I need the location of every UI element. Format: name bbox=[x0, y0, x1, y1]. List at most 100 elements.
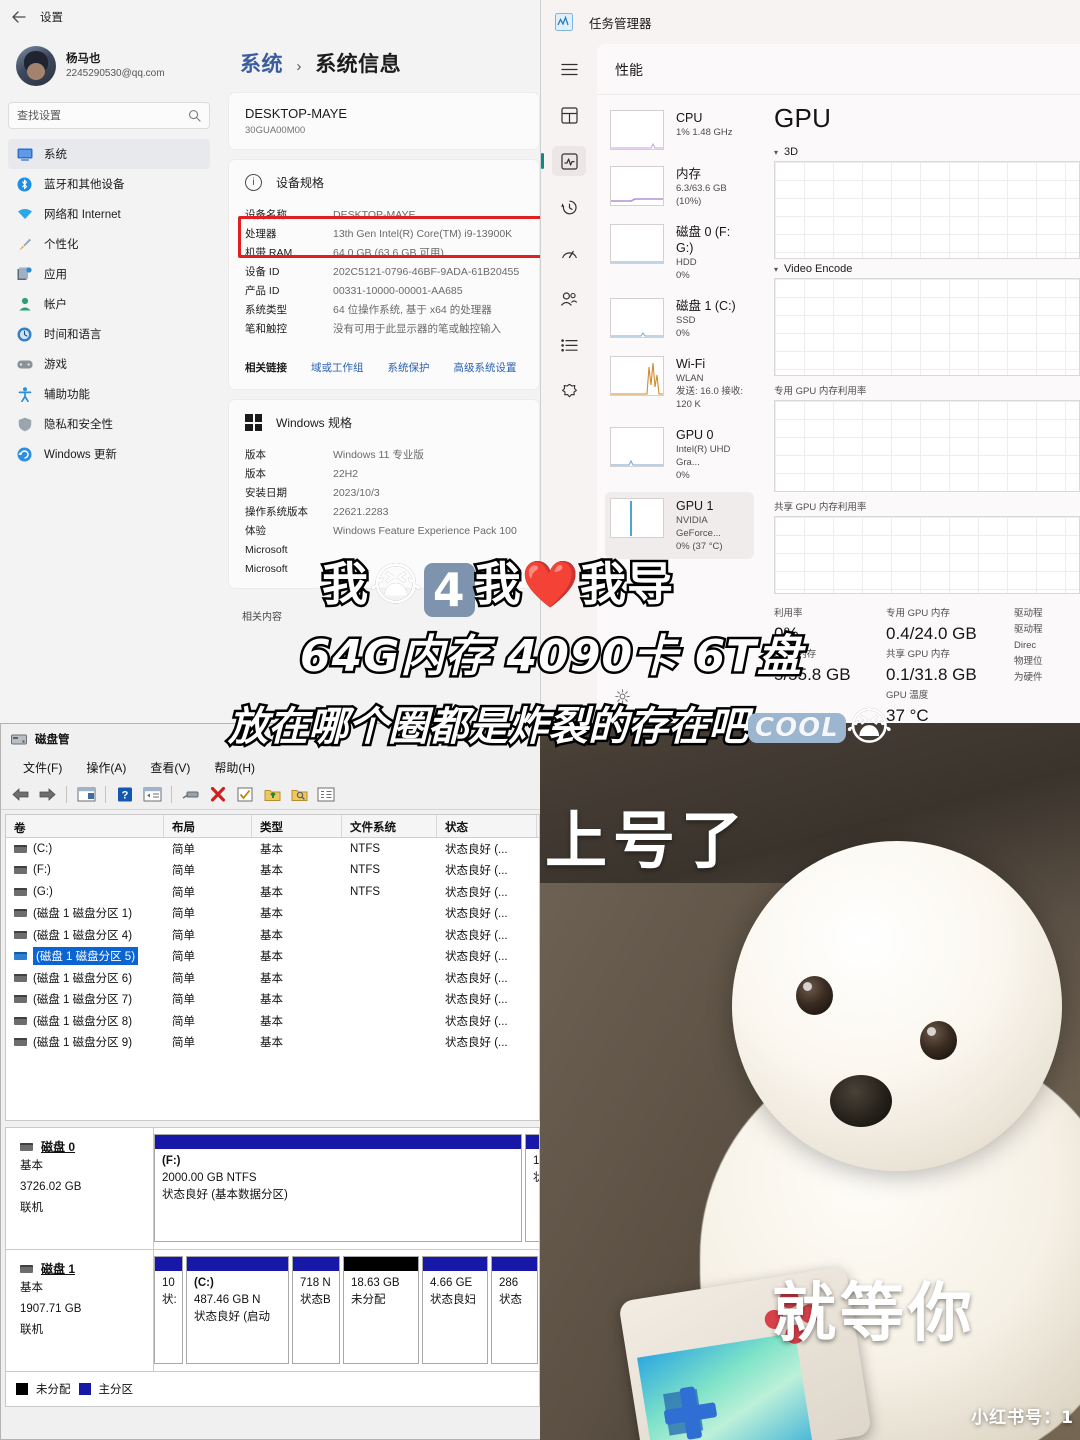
column-header-layout[interactable]: 布局 bbox=[164, 815, 252, 837]
link-advanced-system-settings[interactable]: 高级系统设置 bbox=[454, 360, 517, 375]
table-row[interactable]: (磁盘 1 磁盘分区 5) 简单 基本 状态良好 (... bbox=[6, 946, 539, 968]
menu-help[interactable]: 帮助(H) bbox=[202, 759, 267, 776]
resource-sub: HDD bbox=[676, 257, 697, 268]
back-arrow-icon[interactable] bbox=[8, 6, 30, 28]
check-icon[interactable] bbox=[234, 785, 256, 805]
table-row[interactable]: (磁盘 1 磁盘分区 9) 简单 基本 状态良好 (... bbox=[6, 1032, 539, 1054]
sidebar-item-privacy-security[interactable]: 隐私和安全性 bbox=[8, 409, 210, 439]
spec-key: 操作系统版本 bbox=[245, 506, 308, 518]
disk-legend: 未分配 主分区 bbox=[6, 1372, 539, 1400]
hamburger-icon[interactable] bbox=[552, 54, 586, 84]
processes-icon[interactable] bbox=[552, 100, 586, 130]
sidebar-item-time-language[interactable]: 时间和语言 bbox=[8, 319, 210, 349]
partition-block[interactable]: (C:) 487.46 GB N 状态良好 (启动 bbox=[186, 1256, 289, 1364]
disk-info-0[interactable]: 磁盘 0 基本 3726.02 GB 联机 bbox=[6, 1128, 154, 1249]
services-icon[interactable] bbox=[552, 376, 586, 406]
link-system-protection[interactable]: 系统保护 bbox=[388, 360, 430, 375]
partition-block[interactable]: 718 N 状态B bbox=[292, 1256, 340, 1364]
sidebar-item-apps[interactable]: 应用 bbox=[8, 259, 210, 289]
sidebar-item-personalization[interactable]: 个性化 bbox=[8, 229, 210, 259]
menu-action[interactable]: 操作(A) bbox=[74, 759, 138, 776]
windows-spec-header[interactable]: Windows 规格 bbox=[229, 400, 539, 445]
table-row[interactable]: (磁盘 1 磁盘分区 8) 简单 基本 状态良好 (... bbox=[6, 1010, 539, 1032]
resource-sub2: 0% bbox=[676, 328, 690, 339]
screenshot-canvas: 设置 杨马也 2245290530@qq.com 查找设置 系统 蓝牙和其他设备… bbox=[0, 0, 1080, 1440]
resource-card-memory[interactable]: 内存 6.3/63.6 GB (10%) bbox=[605, 160, 754, 214]
partition-meta: 487.46 GB N bbox=[194, 1294, 261, 1306]
breadcrumb-crumb-1[interactable]: 系统 bbox=[240, 53, 283, 76]
table-row[interactable]: (G:) 简单 基本 NTFS 状态良好 (... bbox=[6, 881, 539, 903]
help-icon[interactable]: ? bbox=[114, 785, 136, 805]
resource-card-cpu[interactable]: CPU 1% 1.48 GHz bbox=[605, 104, 754, 156]
action-icon[interactable] bbox=[315, 785, 337, 805]
caption-text: 我导 bbox=[578, 555, 676, 614]
resource-card-wifi[interactable]: Wi-Fi WLAN 发送: 16.0 接收: 120 K bbox=[605, 350, 754, 417]
menu-view[interactable]: 查看(V) bbox=[138, 759, 202, 776]
volume-status: 状态良好 (... bbox=[445, 951, 508, 964]
partition-cap bbox=[526, 1135, 539, 1149]
sidebar-item-bluetooth[interactable]: 蓝牙和其他设备 bbox=[8, 169, 210, 199]
sidebar-item-windows-update[interactable]: Windows 更新 bbox=[8, 439, 210, 469]
table-row[interactable]: (C:) 简单 基本 NTFS 状态良好 (... bbox=[6, 838, 539, 860]
delete-icon[interactable] bbox=[207, 785, 229, 805]
app-history-icon[interactable] bbox=[552, 192, 586, 222]
partition-block[interactable]: (F:) 2000.00 GB NTFS 状态良好 (基本数据分区) bbox=[154, 1134, 522, 1242]
table-row[interactable]: (磁盘 1 磁盘分区 6) 简单 基本 状态良好 (... bbox=[6, 967, 539, 989]
startup-icon[interactable] bbox=[552, 238, 586, 268]
graph-label-3d[interactable]: ▾ 3D bbox=[774, 146, 1080, 158]
search-input[interactable] bbox=[17, 109, 188, 122]
stat-key: 利用率 bbox=[774, 608, 803, 619]
column-header-volume[interactable]: 卷 bbox=[6, 815, 164, 837]
resource-card-disk1[interactable]: 磁盘 1 (C:) SSD 0% bbox=[605, 292, 754, 346]
forward-icon[interactable] bbox=[36, 785, 58, 805]
disk-strip-0: 磁盘 0 基本 3726.02 GB 联机 (F:) 2000.00 GB NT… bbox=[6, 1128, 539, 1250]
column-header-filesystem[interactable]: 文件系统 bbox=[342, 815, 437, 837]
account-row[interactable]: 杨马也 2245290530@qq.com bbox=[8, 34, 218, 100]
graph-label-text: 3D bbox=[784, 146, 799, 158]
sidebar-item-accessibility[interactable]: 辅助功能 bbox=[8, 379, 210, 409]
link-domain-workgroup[interactable]: 域或工作组 bbox=[311, 360, 364, 375]
sidebar-item-system[interactable]: 系统 bbox=[8, 139, 210, 169]
partition-block[interactable]: 10 状: bbox=[154, 1256, 183, 1364]
menu-file[interactable]: 文件(F) bbox=[11, 759, 74, 776]
graph-label-video-encode[interactable]: ▾ Video Encode bbox=[774, 263, 1080, 275]
table-row[interactable]: (磁盘 1 磁盘分区 4) 简单 基本 状态良好 (... bbox=[6, 924, 539, 946]
disk-type: 基本 bbox=[20, 1282, 43, 1294]
table-row[interactable]: (F:) 简单 基本 NTFS 状态良好 (... bbox=[6, 860, 539, 882]
partition-block[interactable]: 17 状 bbox=[525, 1134, 539, 1242]
show-hide-tree-icon[interactable] bbox=[75, 785, 97, 805]
sidebar-item-gaming[interactable]: 游戏 bbox=[8, 349, 210, 379]
search-box[interactable] bbox=[8, 102, 210, 129]
column-header-type[interactable]: 类型 bbox=[252, 815, 342, 837]
extend-icon[interactable] bbox=[261, 785, 283, 805]
volume-layout: 简单 bbox=[172, 972, 195, 985]
partition-block[interactable]: 4.66 GE 状态良妇 bbox=[422, 1256, 488, 1364]
driver-line: Direc bbox=[1014, 640, 1037, 651]
rescan-icon[interactable] bbox=[180, 785, 202, 805]
sidebar-item-accounts[interactable]: 帐户 bbox=[8, 289, 210, 319]
back-icon[interactable] bbox=[9, 785, 31, 805]
resource-card-gpu0[interactable]: GPU 0 Intel(R) UHD Gra... 0% bbox=[605, 421, 754, 488]
column-header-status[interactable]: 状态 bbox=[437, 815, 537, 837]
performance-icon[interactable] bbox=[541, 146, 586, 176]
disk-info-1[interactable]: 磁盘 1 基本 1907.71 GB 联机 bbox=[6, 1250, 154, 1371]
disk-management-title: 磁盘管 bbox=[35, 734, 70, 746]
stat-value: 37 °C bbox=[886, 706, 929, 723]
account-icon bbox=[16, 296, 33, 313]
update-icon bbox=[16, 446, 33, 463]
device-spec-header[interactable]: i 设备规格 bbox=[229, 160, 539, 205]
table-row[interactable]: (磁盘 1 磁盘分区 1) 简单 基本 状态良好 (... bbox=[6, 903, 539, 925]
details-icon[interactable] bbox=[552, 330, 586, 360]
spec-value: 64.0 GB (63.6 GB 可用) bbox=[333, 247, 444, 259]
volume-type: 基本 bbox=[260, 843, 283, 856]
explore-icon[interactable] bbox=[288, 785, 310, 805]
users-icon[interactable] bbox=[552, 284, 586, 314]
resource-card-disk0[interactable]: 磁盘 0 (F: G:) HDD 0% bbox=[605, 218, 754, 288]
sidebar-item-network[interactable]: 网络和 Internet bbox=[8, 199, 210, 229]
partition-block-unallocated[interactable]: 18.63 GB 未分配 bbox=[343, 1256, 419, 1364]
disk-strip-1: 磁盘 1 基本 1907.71 GB 联机 10 状: (C:) 487.46 … bbox=[6, 1250, 539, 1372]
properties-icon[interactable] bbox=[141, 785, 163, 805]
spec-key: 安装日期 bbox=[245, 487, 287, 499]
partition-block[interactable]: 286 状态 bbox=[491, 1256, 538, 1364]
table-row[interactable]: (磁盘 1 磁盘分区 7) 简单 基本 状态良好 (... bbox=[6, 989, 539, 1011]
